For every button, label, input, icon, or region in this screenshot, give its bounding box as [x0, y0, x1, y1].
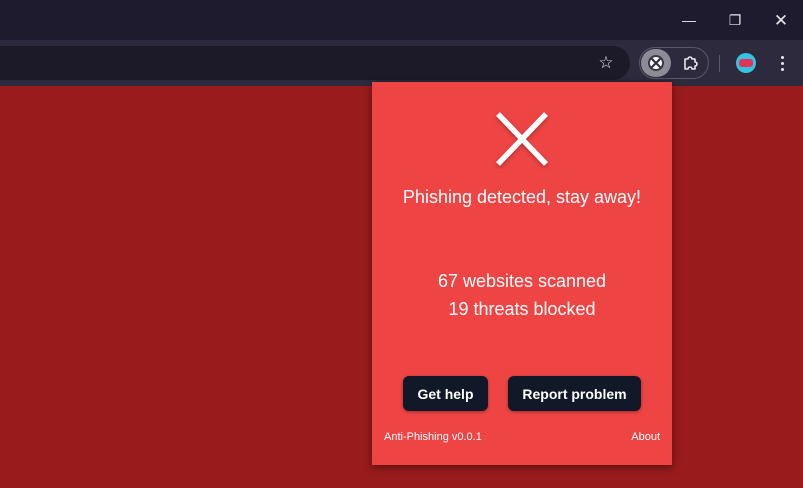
report-problem-button[interactable]: Report problem: [508, 376, 641, 411]
about-link[interactable]: About: [631, 431, 660, 443]
anti-phishing-extension-icon: [648, 55, 664, 71]
star-icon: ☆: [598, 53, 614, 72]
danger-x-icon: [372, 102, 672, 176]
anti-phishing-extension-button[interactable]: [641, 49, 671, 77]
minimize-button[interactable]: —: [666, 0, 712, 40]
bookmark-star-button[interactable]: ☆: [592, 46, 620, 80]
restore-button[interactable]: ❐: [712, 0, 758, 40]
close-icon: ✕: [773, 10, 789, 30]
profile-avatar-button[interactable]: [736, 53, 756, 73]
avatar-icon: [739, 59, 753, 67]
browser-titlebar: — ❐ ✕: [0, 0, 803, 40]
browser-menu-button[interactable]: [770, 49, 794, 77]
stats-block: 67 websites scanned 19 threats blocked: [372, 267, 672, 323]
browser-toolbar: ☆: [0, 40, 803, 86]
status-title: Phishing detected, stay away!: [402, 187, 642, 207]
puzzle-icon: [684, 56, 698, 70]
menu-dot-icon: [780, 67, 784, 71]
websites-scanned-text: 67 websites scanned: [437, 271, 607, 291]
menu-dot-icon: [780, 55, 784, 59]
version-label: Anti-Phishing v0.0.1: [384, 431, 482, 443]
get-help-button[interactable]: Get help: [403, 376, 488, 411]
close-window-button[interactable]: ✕: [758, 0, 803, 40]
threats-blocked-text: 19 threats blocked: [448, 299, 596, 319]
menu-dot-icon: [780, 61, 784, 65]
anti-phishing-popup: Phishing detected, stay away! 67 website…: [372, 82, 672, 465]
minimize-icon: —: [682, 12, 696, 28]
restore-icon: ❐: [728, 12, 742, 28]
extensions-menu-button[interactable]: [677, 49, 705, 77]
toolbar-divider: [719, 55, 720, 72]
address-bar[interactable]: [0, 46, 630, 80]
